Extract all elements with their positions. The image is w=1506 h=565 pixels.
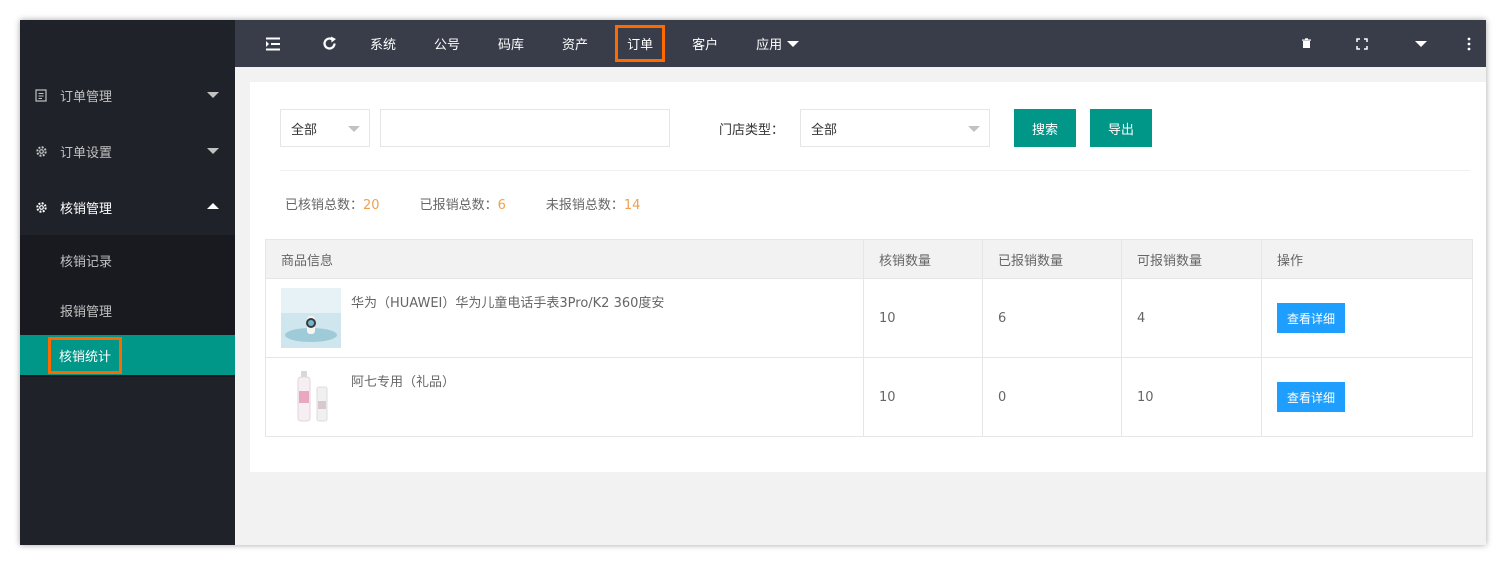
product-thumbnail-spray [281, 367, 341, 427]
reimbursed-count-cell: 6 [982, 278, 1122, 358]
sidebar-item-reimbursement-management[interactable]: 报销管理 [20, 285, 235, 335]
column-header: 已报销数量 [982, 239, 1122, 279]
product-info-cell: 华为（HUAWEI）华为儿童电话手表3Pro/K2 360度安 [265, 278, 864, 358]
main-content: 全部 门店类型： 全部 搜索 导出 已核销总数：20 已报销总数：6 未报销总数… [250, 82, 1486, 472]
sidebar-item-label: 报销管理 [60, 304, 113, 320]
sidebar-logo-area [20, 20, 235, 67]
caret-down-icon [207, 148, 219, 154]
scope-select[interactable]: 全部 [280, 109, 370, 147]
nav-label: 资产 [562, 38, 589, 53]
stat-value: 14 [623, 198, 641, 213]
column-header: 核销数量 [863, 239, 983, 279]
available-count-cell: 4 [1121, 278, 1262, 358]
stat-value: 20 [363, 198, 380, 213]
nav-system[interactable]: 系统 [355, 20, 411, 67]
store-type-label: 门店类型： [719, 122, 785, 138]
chevron-down-icon [348, 126, 360, 132]
top-header: 系统 公号 码库 资产 订单 客户 应用 [235, 20, 1486, 67]
view-details-button[interactable]: 查看详细 [1277, 382, 1346, 412]
nav-assets[interactable]: 资产 [547, 20, 603, 67]
sidebar-item-verification-statistics[interactable]: 核销统计 [20, 335, 235, 375]
view-details-button[interactable]: 查看详细 [1277, 303, 1346, 333]
product-name: 阿七专用（礼品） [351, 375, 456, 390]
stat-label: 已报销总数： [419, 198, 498, 213]
chevron-down-icon [968, 126, 981, 132]
product-info-cell: 阿七专用（礼品） [265, 357, 864, 437]
nav-official-account[interactable]: 公号 [419, 20, 475, 67]
verified-count-cell: 10 [863, 278, 983, 358]
sidebar-group-order-management[interactable]: 订单管理 [20, 67, 235, 123]
caret-up-icon [207, 203, 219, 209]
action-cell: 查看详细 [1261, 278, 1473, 358]
reimbursed-count-cell: 0 [982, 357, 1122, 437]
nav-orders[interactable]: 订单 [615, 20, 666, 67]
nav-label: 订单 [615, 25, 666, 62]
sidebar-group-label: 订单管理 [60, 89, 113, 105]
sidebar: 订单管理 订单设置 核销管理 核销记录 报销管理 核销统计 [20, 20, 235, 545]
nav-code-library[interactable]: 码库 [483, 20, 539, 67]
stat-reimbursed-total: 已报销总数：6 [420, 194, 506, 213]
nav-label: 码库 [498, 38, 525, 53]
caret-down-icon [787, 40, 800, 47]
more-icon[interactable] [1452, 20, 1486, 67]
sidebar-group-label: 订单设置 [60, 145, 113, 161]
scope-select-value: 全部 [291, 122, 318, 138]
nav-customers[interactable]: 客户 [677, 20, 733, 67]
product-thumbnail-watch [281, 288, 341, 348]
action-cell: 查看详细 [1261, 357, 1473, 437]
column-header: 商品信息 [265, 239, 864, 279]
caret-down-icon [1415, 40, 1427, 47]
sidebar-item-verification-records[interactable]: 核销记录 [20, 235, 235, 285]
trash-icon[interactable] [1278, 20, 1334, 67]
gear-icon [34, 200, 48, 214]
caret-down-icon [207, 92, 219, 98]
menu-fold-icon[interactable] [259, 20, 287, 67]
stat-value: 6 [497, 198, 506, 213]
sidebar-submenu: 核销记录 报销管理 核销统计 [20, 235, 235, 377]
fullscreen-icon[interactable] [1334, 20, 1390, 67]
nav-label: 公号 [434, 38, 461, 53]
stats-summary: 已核销总数：20 已报销总数：6 未报销总数：14 [285, 194, 680, 213]
sidebar-group-verification-management[interactable]: 核销管理 [20, 179, 235, 235]
nav-label: 客户 [692, 38, 719, 53]
stat-verified-total: 已核销总数：20 [285, 194, 380, 213]
column-header: 操作 [1261, 239, 1473, 279]
stat-label: 已核销总数： [285, 198, 364, 213]
verified-count-cell: 10 [863, 357, 983, 437]
nav-apps[interactable]: 应用 [741, 20, 814, 67]
store-type-select[interactable]: 全部 [800, 109, 991, 147]
column-header: 可报销数量 [1121, 239, 1262, 279]
keyword-input[interactable] [380, 109, 670, 147]
sidebar-group-order-settings[interactable]: 订单设置 [20, 123, 235, 179]
product-name: 华为（HUAWEI）华为儿童电话手表3Pro/K2 360度安 [351, 296, 665, 311]
search-button[interactable]: 搜索 [1014, 109, 1077, 147]
nav-label: 应用 [756, 38, 783, 53]
gear-icon [34, 144, 48, 158]
available-count-cell: 10 [1121, 357, 1262, 437]
sidebar-item-label: 核销记录 [60, 254, 113, 270]
filter-row: 全部 门店类型： 全部 搜索 导出 [280, 109, 1153, 147]
divider [280, 170, 1470, 171]
app-window: 订单管理 订单设置 核销管理 核销记录 报销管理 核销统计 系统 公号 码库 资… [20, 20, 1486, 545]
refresh-icon[interactable] [315, 20, 343, 67]
export-button[interactable]: 导出 [1090, 109, 1153, 147]
header-right-tools [1278, 20, 1486, 67]
store-type-select-value: 全部 [811, 122, 838, 138]
statistics-table: 商品信息 核销数量 已报销数量 可报销数量 操作 华为（HUAWEI）华为儿童电… [265, 239, 1473, 437]
table-row: 华为（HUAWEI）华为儿童电话手表3Pro/K2 360度安 10 6 4 查… [265, 278, 1473, 358]
nav-label: 系统 [370, 38, 397, 53]
stat-unreimbursed-total: 未报销总数：14 [546, 194, 641, 213]
sidebar-item-label: 核销统计 [48, 336, 123, 374]
sidebar-group-label: 核销管理 [60, 201, 113, 217]
document-icon [34, 88, 48, 102]
dropdown-icon[interactable] [1390, 20, 1452, 67]
stat-label: 未报销总数： [545, 198, 624, 213]
table-row: 阿七专用（礼品） 10 0 10 查看详细 [265, 357, 1473, 437]
table-header-row: 商品信息 核销数量 已报销数量 可报销数量 操作 [265, 239, 1473, 279]
